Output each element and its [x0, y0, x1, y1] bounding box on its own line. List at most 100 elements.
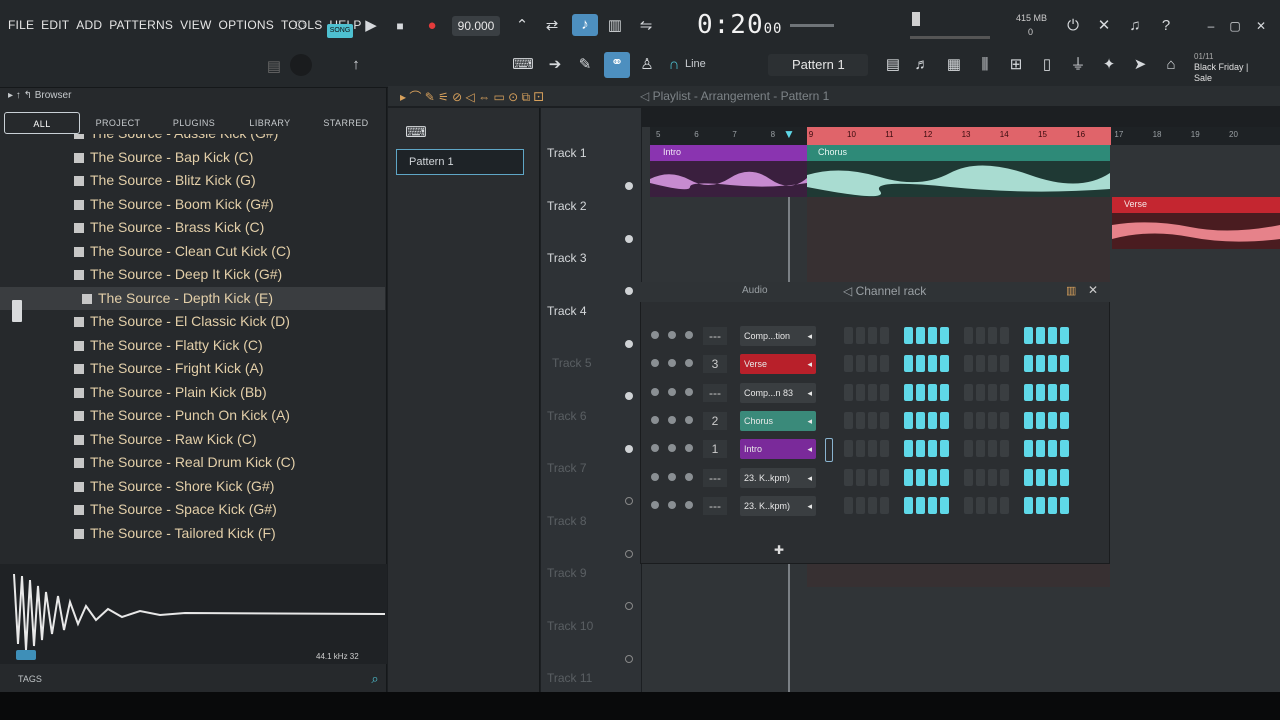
browser-scroll-marker[interactable]: [12, 300, 22, 322]
track-mute-led[interactable]: [625, 602, 633, 610]
step-button[interactable]: [964, 383, 973, 401]
step-button[interactable]: [1060, 383, 1069, 401]
channel-button[interactable]: 23. K..kpm) ◂: [740, 467, 816, 488]
step-button[interactable]: [1000, 355, 1009, 373]
step-button[interactable]: [904, 327, 913, 344]
channel-mute-led[interactable]: [651, 387, 659, 396]
send-icon[interactable]: ➤: [1129, 54, 1151, 76]
channel-mute-led[interactable]: [651, 500, 659, 509]
channel-rack-close-icon[interactable]: ✕: [1088, 283, 1098, 297]
step-button[interactable]: [916, 496, 925, 514]
step-button[interactable]: [880, 411, 889, 429]
browser-list-item[interactable]: The Source - Plain Kick (Bb): [0, 381, 385, 405]
clip-intro-label[interactable]: Intro: [663, 147, 681, 157]
step-button[interactable]: [916, 327, 925, 344]
step-button[interactable]: [868, 411, 877, 429]
file-icon[interactable]: ▯: [1036, 54, 1058, 76]
browser-list-item[interactable]: The Source - Blitz Kick (G): [0, 169, 385, 193]
master-pitch-knob[interactable]: [912, 12, 920, 26]
channel-rack-icon[interactable]: ▦: [943, 54, 965, 76]
menu-add[interactable]: ADD: [76, 18, 102, 32]
play-icon[interactable]: ▶: [360, 15, 382, 37]
step-button[interactable]: [1000, 468, 1009, 486]
channel-button[interactable]: Intro ◂: [740, 439, 816, 460]
step-button[interactable]: [1060, 496, 1069, 514]
draw-icon[interactable]: ✎: [574, 54, 596, 76]
step-button[interactable]: [1000, 383, 1009, 401]
step-button[interactable]: [868, 496, 877, 514]
mixer-icon[interactable]: ⫼: [974, 54, 996, 76]
step-button[interactable]: [964, 411, 973, 429]
track-mute-led[interactable]: [625, 549, 633, 558]
browser-list-item[interactable]: The Source - Aussie Kick (G#): [0, 134, 385, 146]
stamp-icon[interactable]: ♙: [636, 54, 658, 76]
step-button[interactable]: [1024, 383, 1033, 401]
channel-mixer-track[interactable]: ---: [703, 496, 727, 515]
wait-input-icon[interactable]: ⇄: [541, 15, 563, 37]
tags-label[interactable]: TAGS: [18, 674, 42, 684]
step-button[interactable]: [976, 468, 985, 486]
track-mute-led[interactable]: [625, 339, 633, 348]
step-button[interactable]: [868, 327, 877, 344]
channel-knob[interactable]: [668, 415, 676, 424]
step-button[interactable]: [1000, 327, 1009, 344]
step-button[interactable]: [1036, 411, 1045, 429]
step-button[interactable]: [988, 496, 997, 514]
step-button[interactable]: [856, 440, 865, 458]
step-button[interactable]: [844, 383, 853, 401]
track-header[interactable]: Track 8: [547, 514, 587, 528]
step-button[interactable]: [868, 440, 877, 458]
browser-list-item[interactable]: The Source - El Classic Kick (D): [0, 310, 385, 334]
track-mute-led[interactable]: [625, 444, 633, 453]
step-button[interactable]: [1024, 440, 1033, 458]
step-button[interactable]: [880, 327, 889, 344]
tab-library[interactable]: LIBRARY: [232, 112, 308, 134]
track-header[interactable]: Track 2: [547, 199, 587, 213]
step-button[interactable]: [868, 355, 877, 373]
plugin-icon[interactable]: ⏚: [1067, 54, 1089, 76]
pat-song-toggle-icon[interactable]: ◌: [289, 14, 311, 36]
track-mute-led[interactable]: [625, 287, 633, 295]
arrow-right-icon[interactable]: ➔: [544, 54, 566, 76]
channel-button[interactable]: Comp...n 83 ◂: [740, 382, 816, 403]
step-button[interactable]: [856, 355, 865, 373]
step-button[interactable]: [1048, 355, 1057, 373]
track-header[interactable]: Track 5: [552, 356, 592, 370]
channel-button[interactable]: 23. K..kpm) ◂: [740, 495, 816, 516]
track-header[interactable]: Track 10: [547, 619, 593, 633]
channel-button[interactable]: Verse ◂: [740, 354, 816, 375]
tab-all[interactable]: ALL: [4, 112, 80, 134]
step-button[interactable]: [904, 383, 913, 401]
step-button[interactable]: [1024, 411, 1033, 429]
tab-starred[interactable]: STARRED: [308, 112, 384, 134]
channel-button[interactable]: Comp...tion ◂: [740, 326, 816, 346]
step-button[interactable]: [880, 355, 889, 373]
step-button[interactable]: [1024, 355, 1033, 373]
step-button[interactable]: [928, 383, 937, 401]
step-button[interactable]: [988, 383, 997, 401]
step-button[interactable]: [976, 327, 985, 344]
step-button[interactable]: [1048, 383, 1057, 401]
wand-icon[interactable]: ✦: [1098, 54, 1120, 76]
step-button[interactable]: [880, 468, 889, 486]
tab-project[interactable]: PROJECT: [80, 112, 156, 134]
loop-record-icon[interactable]: ⇋: [635, 15, 657, 37]
browser-list-item[interactable]: The Source - Clean Cut Kick (C): [0, 240, 385, 264]
minimize-icon[interactable]: –: [1200, 15, 1222, 37]
step-button[interactable]: [856, 383, 865, 401]
clip-verse-label[interactable]: Verse: [1124, 199, 1147, 209]
step-button[interactable]: [988, 468, 997, 486]
track-header[interactable]: Track 4: [547, 304, 587, 318]
browser-list-item[interactable]: The Source - Tailored Kick (F): [0, 522, 385, 546]
step-button[interactable]: [1060, 355, 1069, 373]
help-icon[interactable]: ?: [1155, 15, 1177, 37]
channel-mute-led[interactable]: [651, 472, 659, 481]
browser-list-item[interactable]: The Source - Flatty Kick (C): [0, 334, 385, 358]
track-header[interactable]: Track 11: [547, 671, 592, 685]
step-button[interactable]: [940, 468, 949, 486]
step-button[interactable]: [868, 383, 877, 401]
track-mute-led[interactable]: [625, 497, 633, 505]
step-button[interactable]: [976, 383, 985, 401]
menu-view[interactable]: VIEW: [180, 18, 211, 32]
metronome-icon[interactable]: ⌃: [511, 15, 533, 37]
